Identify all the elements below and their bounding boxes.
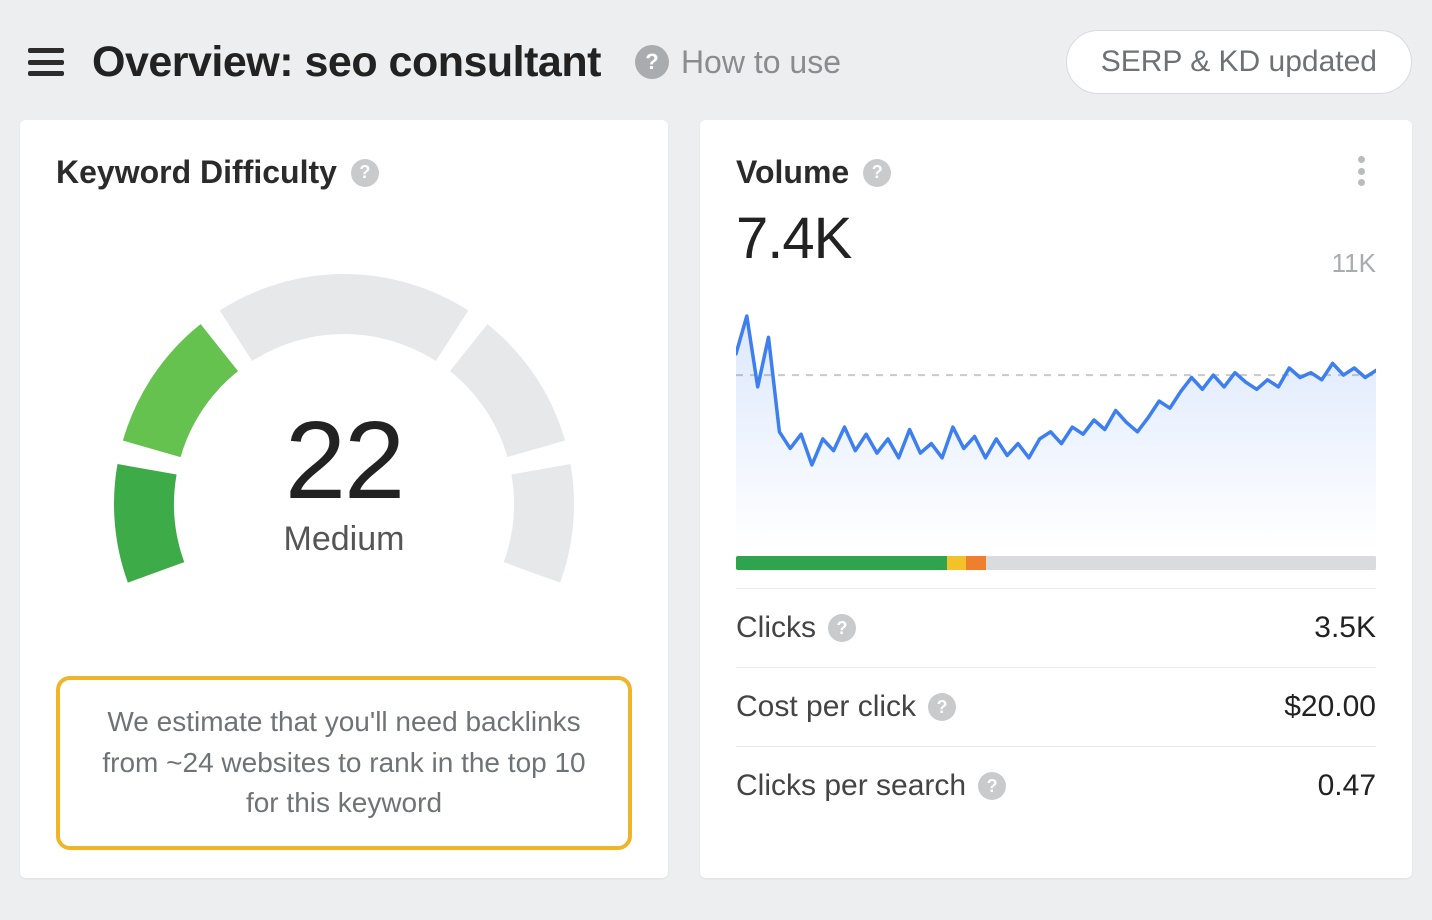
metric-row: Clicks per search? 0.47: [736, 746, 1376, 825]
kd-score: 22: [284, 406, 405, 516]
distribution-segment: [986, 556, 1376, 570]
how-to-use-link[interactable]: ? How to use: [635, 44, 841, 81]
distribution-segment: [947, 556, 966, 570]
distribution-segment: [966, 556, 985, 570]
kd-estimate: We estimate that you'll need backlinks f…: [56, 676, 632, 850]
kd-title: Keyword Difficulty: [56, 154, 337, 191]
volume-value: 7.4K: [736, 205, 891, 272]
page-title: Overview: seo consultant: [92, 38, 601, 87]
keyword-difficulty-card: Keyword Difficulty ? 22 Medium: [20, 120, 668, 878]
metric-row: Cost per click? $20.00: [736, 667, 1376, 746]
metric-label: Cost per click: [736, 690, 916, 724]
metric-value: $20.00: [1284, 690, 1376, 724]
metric-row: Clicks? 3.5K: [736, 588, 1376, 667]
kd-gauge: 22 Medium: [56, 191, 632, 676]
menu-icon[interactable]: [28, 48, 64, 76]
help-icon[interactable]: ?: [351, 159, 379, 187]
metric-label: Clicks per search: [736, 769, 966, 803]
help-icon[interactable]: ?: [828, 614, 856, 642]
serp-updated-pill[interactable]: SERP & KD updated: [1066, 30, 1412, 94]
volume-title: Volume: [736, 154, 849, 191]
metric-value: 0.47: [1318, 769, 1376, 803]
how-to-use-label: How to use: [681, 44, 841, 81]
volume-card: Volume ? 7.4K 11K: [700, 120, 1412, 878]
distribution-segment: [736, 556, 947, 570]
kd-level: Medium: [284, 520, 405, 559]
more-options-icon[interactable]: [1346, 154, 1376, 188]
metric-value: 3.5K: [1314, 611, 1376, 645]
volume-distribution-bar: [736, 556, 1376, 570]
help-icon: ?: [635, 45, 669, 79]
metric-label: Clicks: [736, 611, 816, 645]
help-icon[interactable]: ?: [928, 693, 956, 721]
volume-sparkline: [736, 290, 1376, 550]
help-icon[interactable]: ?: [978, 772, 1006, 800]
help-icon[interactable]: ?: [863, 159, 891, 187]
volume-axis-max: 11K: [1332, 248, 1376, 279]
